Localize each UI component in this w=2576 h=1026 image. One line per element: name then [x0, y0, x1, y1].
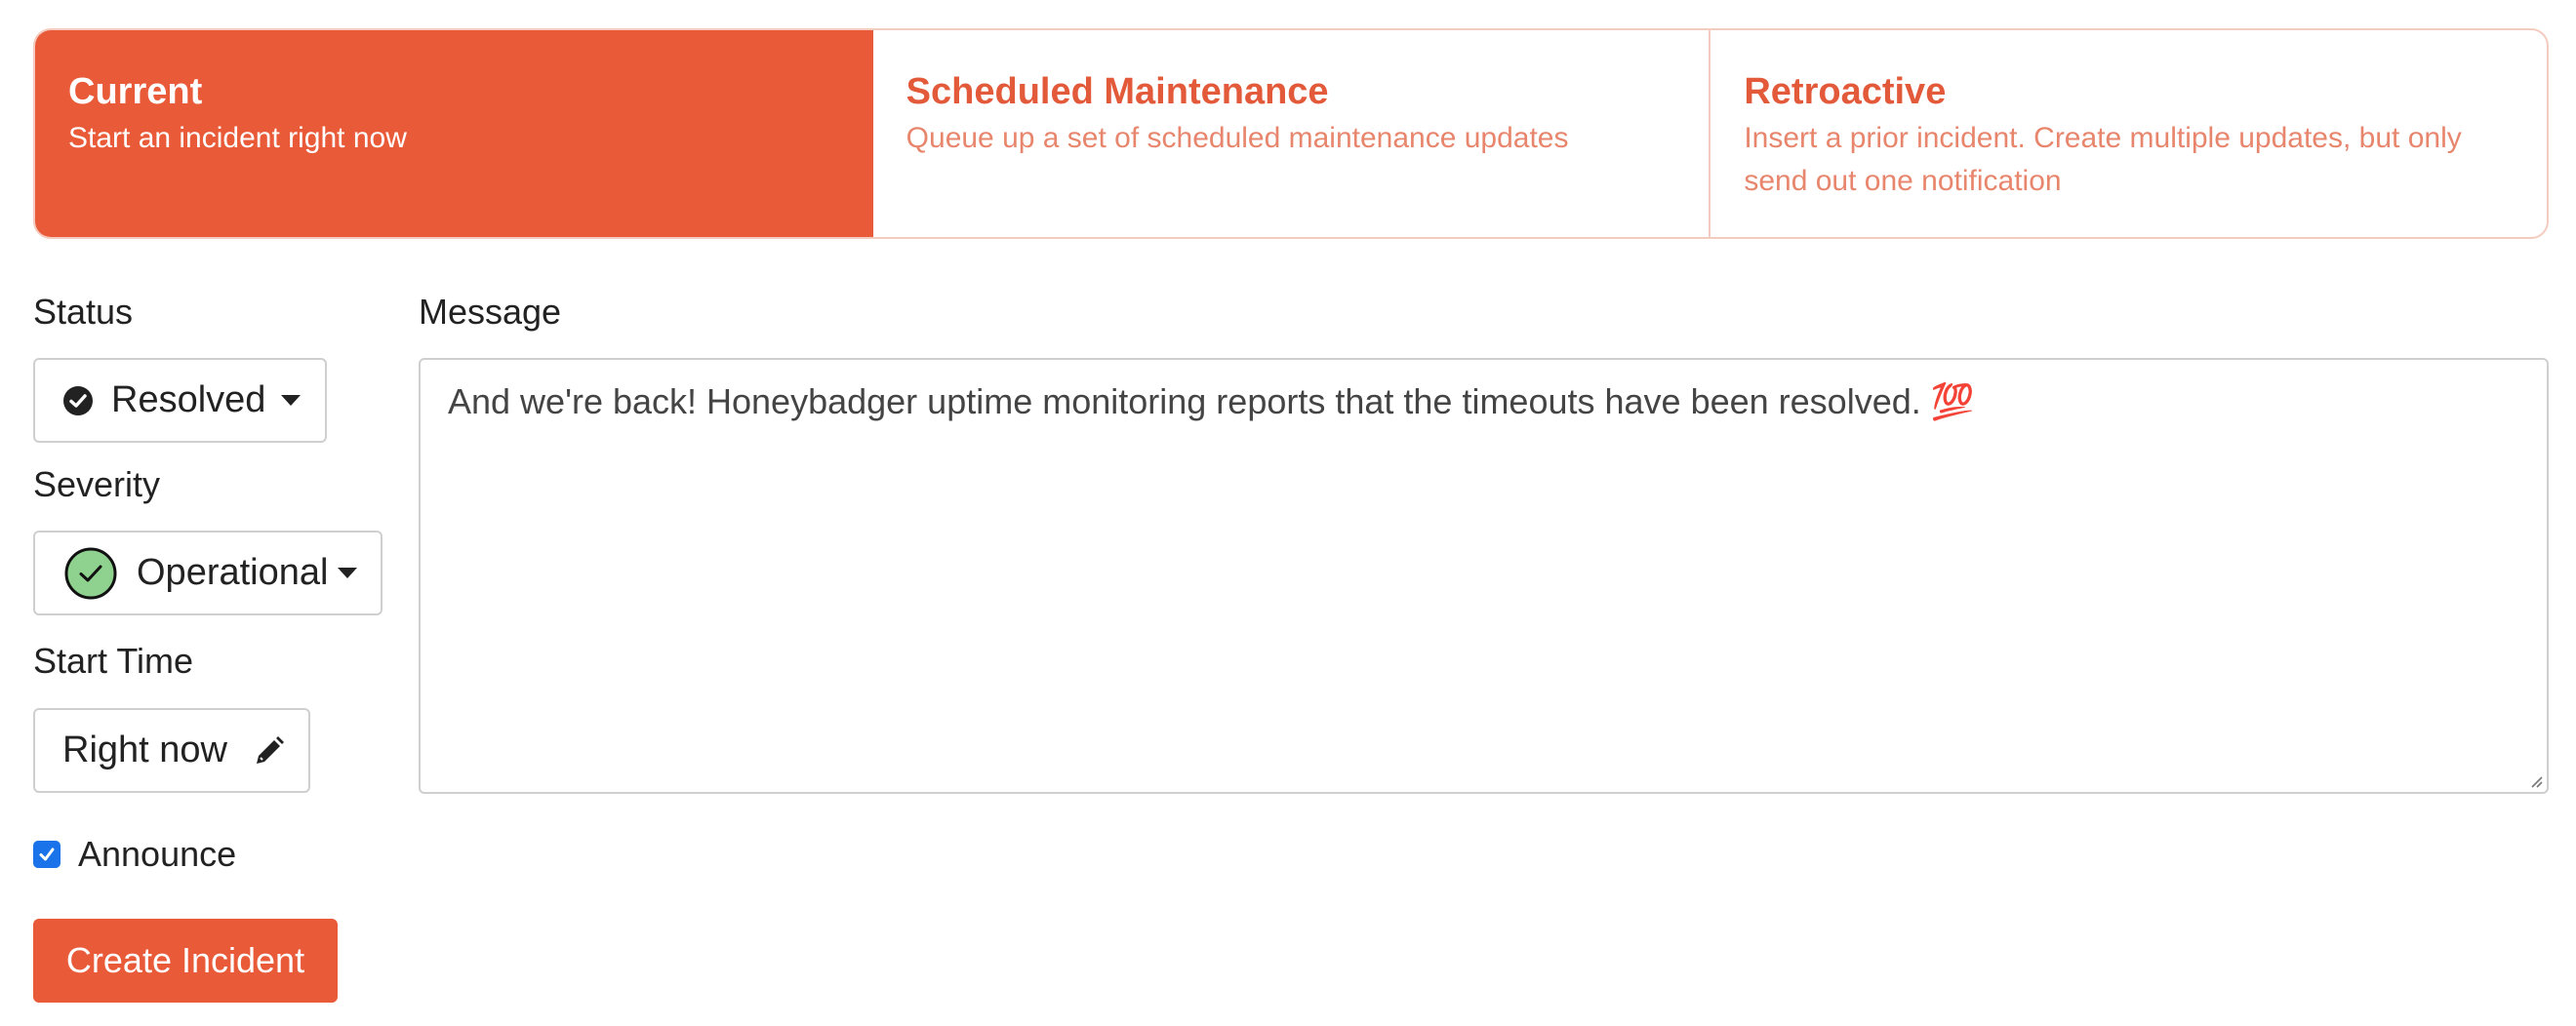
pencil-icon[interactable]	[253, 734, 286, 768]
tab-retroactive[interactable]: Retroactive Insert a prior incident. Cre…	[1711, 30, 2547, 237]
start-time-field[interactable]: Right now	[33, 708, 310, 793]
green-check-circle-icon	[64, 547, 117, 600]
status-label: Status	[33, 292, 134, 332]
tab-retroactive-title: Retroactive	[1744, 71, 1947, 112]
severity-label: Severity	[33, 464, 161, 504]
tab-scheduled-maintenance-description: Queue up a set of scheduled maintenance …	[906, 121, 1569, 154]
tab-current-title: Current	[68, 71, 203, 112]
severity-dropdown[interactable]: Operational	[33, 531, 382, 615]
start-time-label: Start Time	[33, 641, 194, 681]
incident-type-tabs: Current Start an incident right now Sche…	[33, 28, 2549, 239]
severity-value: Operational	[137, 552, 329, 593]
check-circle-icon	[62, 385, 94, 416]
create-incident-button[interactable]: Create Incident	[33, 919, 338, 1003]
checkmark-icon	[39, 848, 55, 861]
tab-retroactive-description: Insert a prior incident. Create multiple…	[1744, 121, 2462, 197]
start-time-value: Right now	[62, 730, 227, 770]
announce-label[interactable]: Announce	[78, 834, 236, 875]
status-dropdown[interactable]: Resolved	[33, 358, 327, 443]
chevron-down-icon	[281, 395, 302, 406]
message-text: And we're back! Honeybadger uptime monit…	[448, 381, 1975, 421]
tab-scheduled-maintenance-title: Scheduled Maintenance	[906, 71, 1329, 112]
tab-current[interactable]: Current Start an incident right now	[35, 30, 873, 237]
chevron-down-icon	[338, 568, 358, 578]
status-value: Resolved	[111, 379, 266, 420]
message-textarea[interactable]: And we're back! Honeybadger uptime monit…	[419, 358, 2549, 794]
tab-current-description: Start an incident right now	[68, 121, 407, 154]
tab-scheduled-maintenance[interactable]: Scheduled Maintenance Queue up a set of …	[873, 30, 1711, 237]
resize-grip-icon[interactable]	[2527, 772, 2543, 788]
message-label: Message	[419, 292, 562, 332]
announce-checkbox[interactable]	[33, 841, 60, 868]
